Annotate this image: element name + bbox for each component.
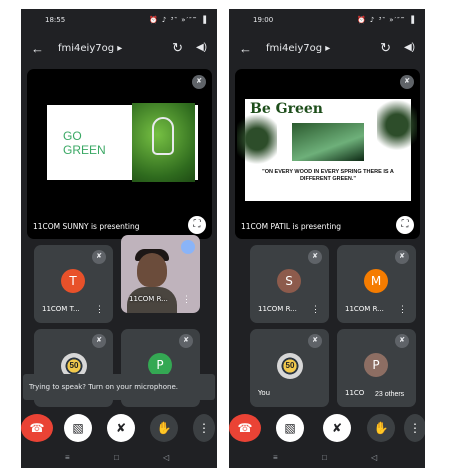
back-arrow-icon[interactable]: ← xyxy=(31,41,44,56)
avatar: S xyxy=(277,269,301,293)
more-options-icon[interactable]: ⋮ xyxy=(95,304,104,315)
mic-button[interactable]: ✘ xyxy=(107,414,135,442)
slide-heading: GO GREEN xyxy=(63,129,106,157)
presenting-caption: 11COM SUNNY is presenting xyxy=(33,222,140,231)
phone-screen-left: 18:55 ⏰ ♪ ³‶ »′″‴ ▐ ← fmi4eiy7og ▸ ↻ ◀) … xyxy=(21,9,217,468)
call-controls: ☎ ▧ ✘ ✋ ⋮ xyxy=(21,409,217,449)
foliage-decoration xyxy=(377,95,417,155)
mic-off-icon: ✘ xyxy=(308,334,322,348)
slide-heading: Be Green xyxy=(250,101,323,117)
meeting-code-text: fmi4eiy7og xyxy=(266,43,323,54)
switch-camera-icon[interactable]: ↻ xyxy=(172,40,183,56)
mic-off-icon: ✘ xyxy=(308,250,322,264)
presentation-tile[interactable]: ✘ Be Green "On every wood in every sprin… xyxy=(235,69,420,239)
recents-icon[interactable]: ≡ xyxy=(273,453,278,462)
caret-right-icon: ▸ xyxy=(117,43,123,54)
status-indicators: ⏰ ♪ ³‶ »′″‴ ▐ xyxy=(148,16,207,24)
fullscreen-icon[interactable]: ⛶ xyxy=(396,216,414,234)
anniversary-badge-icon: 50 xyxy=(277,353,303,379)
meeting-code[interactable]: fmi4eiy7og ▸ xyxy=(266,43,330,54)
participant-tile[interactable]: ✘ T 11COM T... ⋮ xyxy=(34,245,113,323)
participant-name: 11COM T... xyxy=(42,305,80,313)
mic-off-icon: ✘ xyxy=(400,75,414,89)
speaking-indicator-icon xyxy=(181,240,195,254)
mic-off-icon: ✘ xyxy=(395,334,409,348)
mic-off-icon: ✘ xyxy=(92,334,106,348)
mic-toast: Trying to speak? Turn on your microphone… xyxy=(23,374,215,400)
mic-off-icon: ✘ xyxy=(192,75,206,89)
participant-name: 11COM R... xyxy=(129,295,168,303)
avatar: M xyxy=(364,269,388,293)
light-bulb-icon xyxy=(152,117,174,155)
more-options-icon[interactable]: ⋮ xyxy=(182,294,191,305)
end-call-button[interactable]: ☎ xyxy=(21,414,53,442)
more-options-icon[interactable]: ⋮ xyxy=(311,304,320,315)
end-call-button[interactable]: ☎ xyxy=(229,414,261,442)
participant-tile-self[interactable]: ✘ 50 You xyxy=(250,329,329,407)
participant-name: 11CO xyxy=(345,389,365,397)
speaker-icon[interactable]: ◀) xyxy=(196,42,207,53)
meeting-code-text: fmi4eiy7og xyxy=(58,43,115,54)
android-navbar: ≡ □ ◁ xyxy=(229,450,425,468)
status-time: 19:00 xyxy=(253,16,274,24)
slide-heading-line1: GO xyxy=(63,129,82,143)
speaker-icon[interactable]: ◀) xyxy=(404,42,415,53)
participant-video-tile[interactable]: 11COM R... ⋮ xyxy=(121,235,200,313)
meeting-topbar: ← fmi4eiy7og ▸ ↻ ◀) xyxy=(21,39,217,63)
presented-slide: Be Green "On every wood in every spring … xyxy=(237,95,417,201)
participant-tile[interactable]: ✘ M 11COM R... ⋮ xyxy=(337,245,416,323)
raise-hand-button[interactable]: ✋ xyxy=(150,414,178,442)
forest-globe-image xyxy=(292,123,364,161)
camera-off-button[interactable]: ▧ xyxy=(64,414,92,442)
presentation-tile[interactable]: ✘ GO GREEN 11COM SUNNY is presenting ⛶ xyxy=(27,69,212,239)
nav-back-icon[interactable]: ◁ xyxy=(371,453,377,462)
fullscreen-icon[interactable]: ⛶ xyxy=(188,216,206,234)
home-icon[interactable]: □ xyxy=(322,453,327,462)
participant-tile[interactable]: ✘ S 11COM R... ⋮ xyxy=(250,245,329,323)
camera-off-button[interactable]: ▧ xyxy=(276,414,304,442)
status-bar: 18:55 ⏰ ♪ ³‶ »′″‴ ▐ xyxy=(21,13,217,31)
mic-off-icon: ✘ xyxy=(179,334,193,348)
recents-icon[interactable]: ≡ xyxy=(65,453,70,462)
mic-off-icon: ✘ xyxy=(92,250,106,264)
more-options-icon[interactable]: ⋮ xyxy=(398,304,407,315)
mic-off-icon: ✘ xyxy=(395,250,409,264)
person-face xyxy=(137,253,167,287)
nav-back-icon[interactable]: ◁ xyxy=(163,453,169,462)
switch-camera-icon[interactable]: ↻ xyxy=(380,40,391,56)
presented-slide: GO GREEN xyxy=(47,103,198,182)
more-options-button[interactable]: ⋮ xyxy=(193,414,215,442)
mic-button[interactable]: ✘ xyxy=(323,414,351,442)
participant-name: You xyxy=(258,389,271,397)
slide-heading-line2: GREEN xyxy=(63,143,106,157)
status-time: 18:55 xyxy=(45,16,66,24)
meeting-topbar: ← fmi4eiy7og ▸ ↻ ◀) xyxy=(229,39,425,63)
participant-name: 11COM R... xyxy=(258,305,297,313)
avatar: P xyxy=(364,353,388,377)
avatar: T xyxy=(61,269,85,293)
slide-quote: "On every wood in every spring there is … xyxy=(262,169,394,182)
back-arrow-icon[interactable]: ← xyxy=(239,41,252,56)
participant-name: 11COM R... xyxy=(345,305,384,313)
others-count: 23 others xyxy=(373,390,407,399)
raise-hand-button[interactable]: ✋ xyxy=(367,414,395,442)
home-icon[interactable]: □ xyxy=(114,453,119,462)
status-indicators: ⏰ ♪ ³‶ »′″‴ ▐ xyxy=(356,16,415,24)
meeting-code[interactable]: fmi4eiy7og ▸ xyxy=(58,43,122,54)
foliage-decoration xyxy=(237,109,277,169)
android-navbar: ≡ □ ◁ xyxy=(21,450,217,468)
more-options-button[interactable]: ⋮ xyxy=(404,414,425,442)
status-bar: 19:00 ⏰ ♪ ³‶ »′″‴ ▐ xyxy=(229,13,425,31)
presenting-caption: 11COM PATIL is presenting xyxy=(241,222,341,231)
call-controls: ☎ ▧ ✘ ✋ ⋮ xyxy=(229,409,425,449)
participant-tile-others[interactable]: ✘ P 11CO 23 others xyxy=(337,329,416,407)
phone-screen-right: 19:00 ⏰ ♪ ³‶ »′″‴ ▐ ← fmi4eiy7og ▸ ↻ ◀) … xyxy=(229,9,425,468)
leaf-bulb-image xyxy=(132,103,195,182)
caret-right-icon: ▸ xyxy=(325,43,331,54)
